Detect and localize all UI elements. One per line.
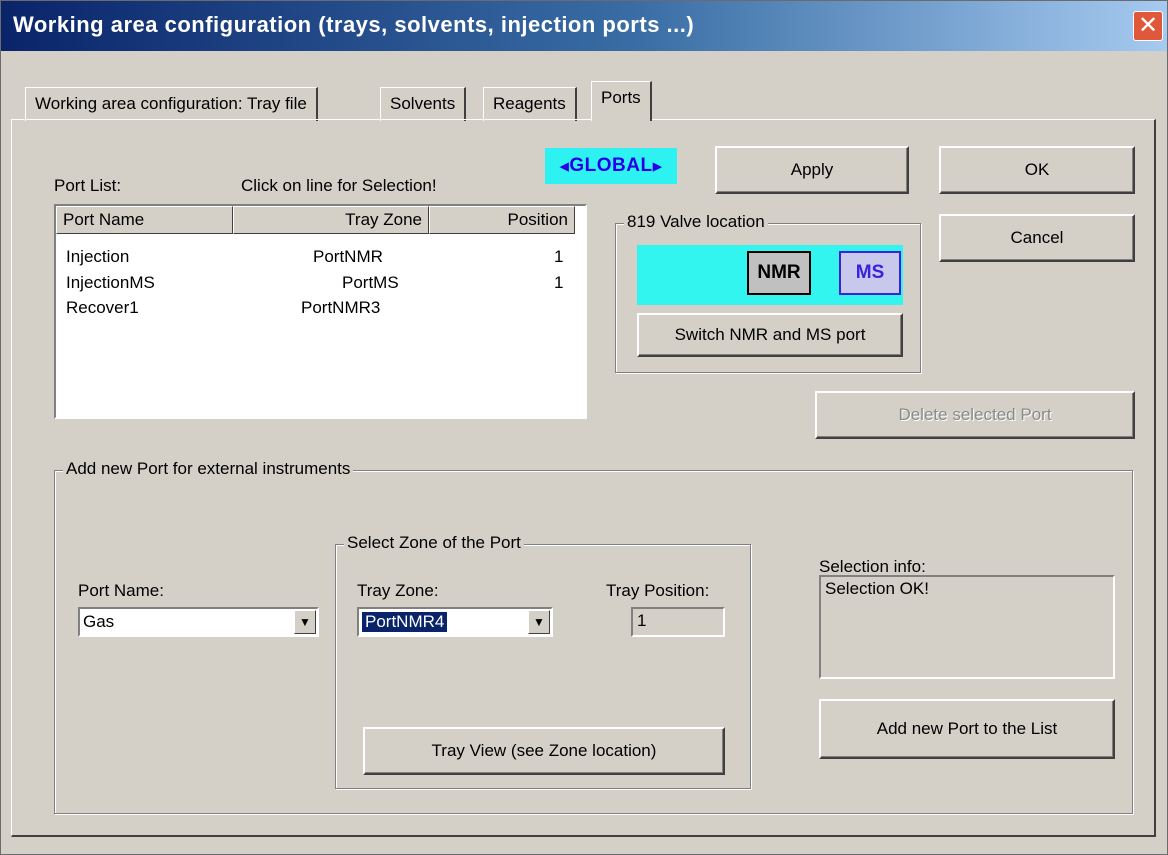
valve-nmr-port: NMR: [747, 251, 811, 295]
tab-ports[interactable]: Ports: [591, 81, 652, 121]
tray-position-label: Tray Position:: [606, 581, 710, 600]
add-port-button[interactable]: Add new Port to the List: [819, 699, 1115, 759]
row-tray-zone: PortNMR3: [301, 298, 381, 317]
port-name-value: Gas: [83, 612, 115, 631]
apply-button[interactable]: Apply: [715, 146, 909, 194]
title-bar[interactable]: Working area configuration (trays, solve…: [1, 1, 1167, 51]
arrow-right-icon: ▸: [652, 155, 663, 177]
tray-zone-label: Tray Zone:: [357, 581, 439, 600]
column-position[interactable]: Position: [429, 206, 575, 234]
chevron-down-icon[interactable]: ▼: [294, 610, 316, 634]
tray-zone-value: PortNMR4: [360, 611, 449, 633]
row-port-name: InjectionMS: [66, 273, 155, 292]
global-badge[interactable]: ◂ GLOBAL ▸: [545, 148, 677, 184]
global-badge-text: GLOBAL: [569, 155, 653, 176]
row-port-name: Injection: [66, 247, 130, 266]
port-name-label: Port Name:: [78, 581, 164, 600]
delete-port-button[interactable]: Delete selected Port: [815, 391, 1135, 439]
column-port-name[interactable]: Port Name: [56, 206, 233, 234]
tray-position-field: 1: [631, 607, 725, 637]
port-name-combo[interactable]: Gas ▼: [78, 607, 319, 637]
selection-info-box: Selection OK!: [819, 575, 1115, 679]
port-list-label: Port List:: [54, 176, 122, 195]
window-title: Working area configuration (trays, solve…: [13, 12, 695, 37]
row-position: 1: [554, 247, 564, 266]
valve-location-title: 819 Valve location: [624, 212, 768, 232]
select-zone-title: Select Zone of the Port: [344, 533, 524, 553]
row-port-name: Recover1: [66, 298, 139, 317]
tray-view-button[interactable]: Tray View (see Zone location): [363, 727, 725, 775]
close-icon[interactable]: ✕: [1133, 11, 1163, 41]
valve-ms-port: MS: [839, 251, 901, 295]
row-tray-zone: PortMS: [342, 273, 399, 292]
row-tray-zone: PortNMR: [313, 247, 383, 266]
arrow-left-icon: ◂: [559, 155, 570, 177]
cancel-button[interactable]: Cancel: [939, 214, 1135, 262]
dialog-window: Working area configuration (trays, solve…: [0, 0, 1168, 855]
tray-zone-combo[interactable]: PortNMR4 ▼: [357, 607, 553, 637]
chevron-down-icon[interactable]: ▼: [528, 610, 550, 634]
column-tray-zone[interactable]: Tray Zone: [233, 206, 429, 234]
port-list-hint: Click on line for Selection!: [241, 176, 437, 195]
tab-solvents[interactable]: Solvents: [380, 87, 467, 121]
port-list[interactable]: Port Name Tray Zone Position Injection P…: [54, 204, 587, 419]
selection-info-label: Selection info:: [819, 557, 926, 576]
add-port-title: Add new Port for external instruments: [63, 459, 354, 479]
switch-ports-button[interactable]: Switch NMR and MS port: [637, 313, 903, 357]
tab-reagents[interactable]: Reagents: [483, 87, 577, 121]
tab-tray-file[interactable]: Working area configuration: Tray file: [25, 87, 318, 121]
ok-button[interactable]: OK: [939, 146, 1135, 194]
row-position: 1: [554, 273, 564, 292]
port-list-header: Port Name Tray Zone Position: [56, 206, 585, 234]
